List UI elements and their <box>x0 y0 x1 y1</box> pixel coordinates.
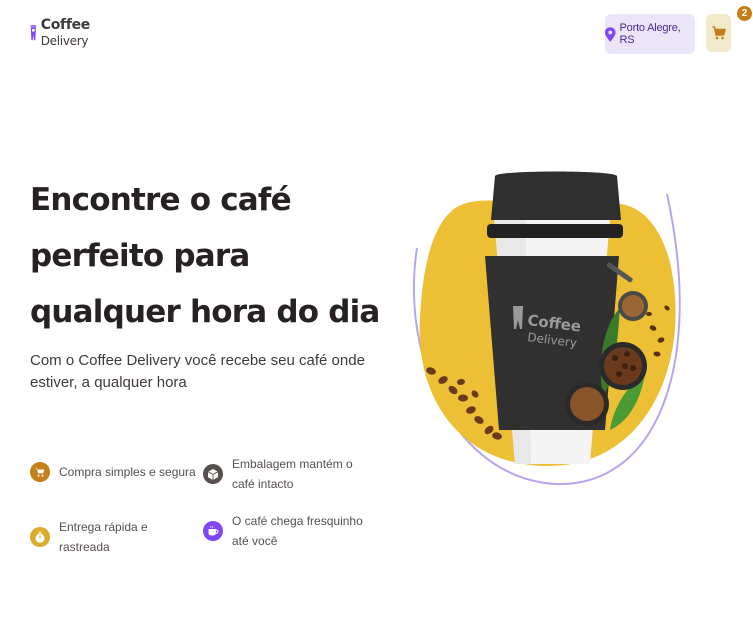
feature-label: O café chega fresquinho até você <box>232 514 363 548</box>
shopping-cart-icon <box>712 26 726 40</box>
logo[interactable]: Coffee Delivery <box>30 14 90 52</box>
feature-label: Embalagem mantém o café intacto <box>232 457 353 491</box>
coffee-icon <box>203 521 223 541</box>
location-label: Porto Alegre, RS <box>619 22 681 46</box>
feature-simple-purchase: Compra simples e segura <box>30 462 200 482</box>
package-icon <box>203 464 223 484</box>
logo-text-delivery: Delivery <box>40 34 89 48</box>
timer-icon <box>30 527 50 547</box>
coffee-cup-logo-icon <box>30 25 37 41</box>
location-button[interactable]: Porto Alegre, RS <box>605 14 695 54</box>
map-pin-icon <box>605 26 616 42</box>
feature-fresh-coffee: O café chega fresquinho até você <box>203 511 373 551</box>
feature-label: Entrega rápida e rastreada <box>59 520 148 554</box>
shopping-cart-icon <box>30 462 50 482</box>
logo-text-coffee: Coffee <box>40 17 91 33</box>
features-list: Compra simples e segura Embalagem mantém… <box>30 454 390 554</box>
feature-packaging: Embalagem mantém o café intacto <box>203 454 373 494</box>
feature-label: Compra simples e segura <box>59 465 196 479</box>
hero-title: Encontre o café perfeito para qualquer h… <box>30 182 380 330</box>
hero-subtitle: Com o Coffee Delivery você recebe seu ca… <box>30 352 365 391</box>
feature-fast-delivery: Entrega rápida e rastreada <box>30 517 200 557</box>
cart-count-badge: 2 <box>737 6 752 21</box>
cart-button[interactable] <box>706 14 731 52</box>
coffee-cup-illustration: Coffee Delivery <box>412 171 681 486</box>
